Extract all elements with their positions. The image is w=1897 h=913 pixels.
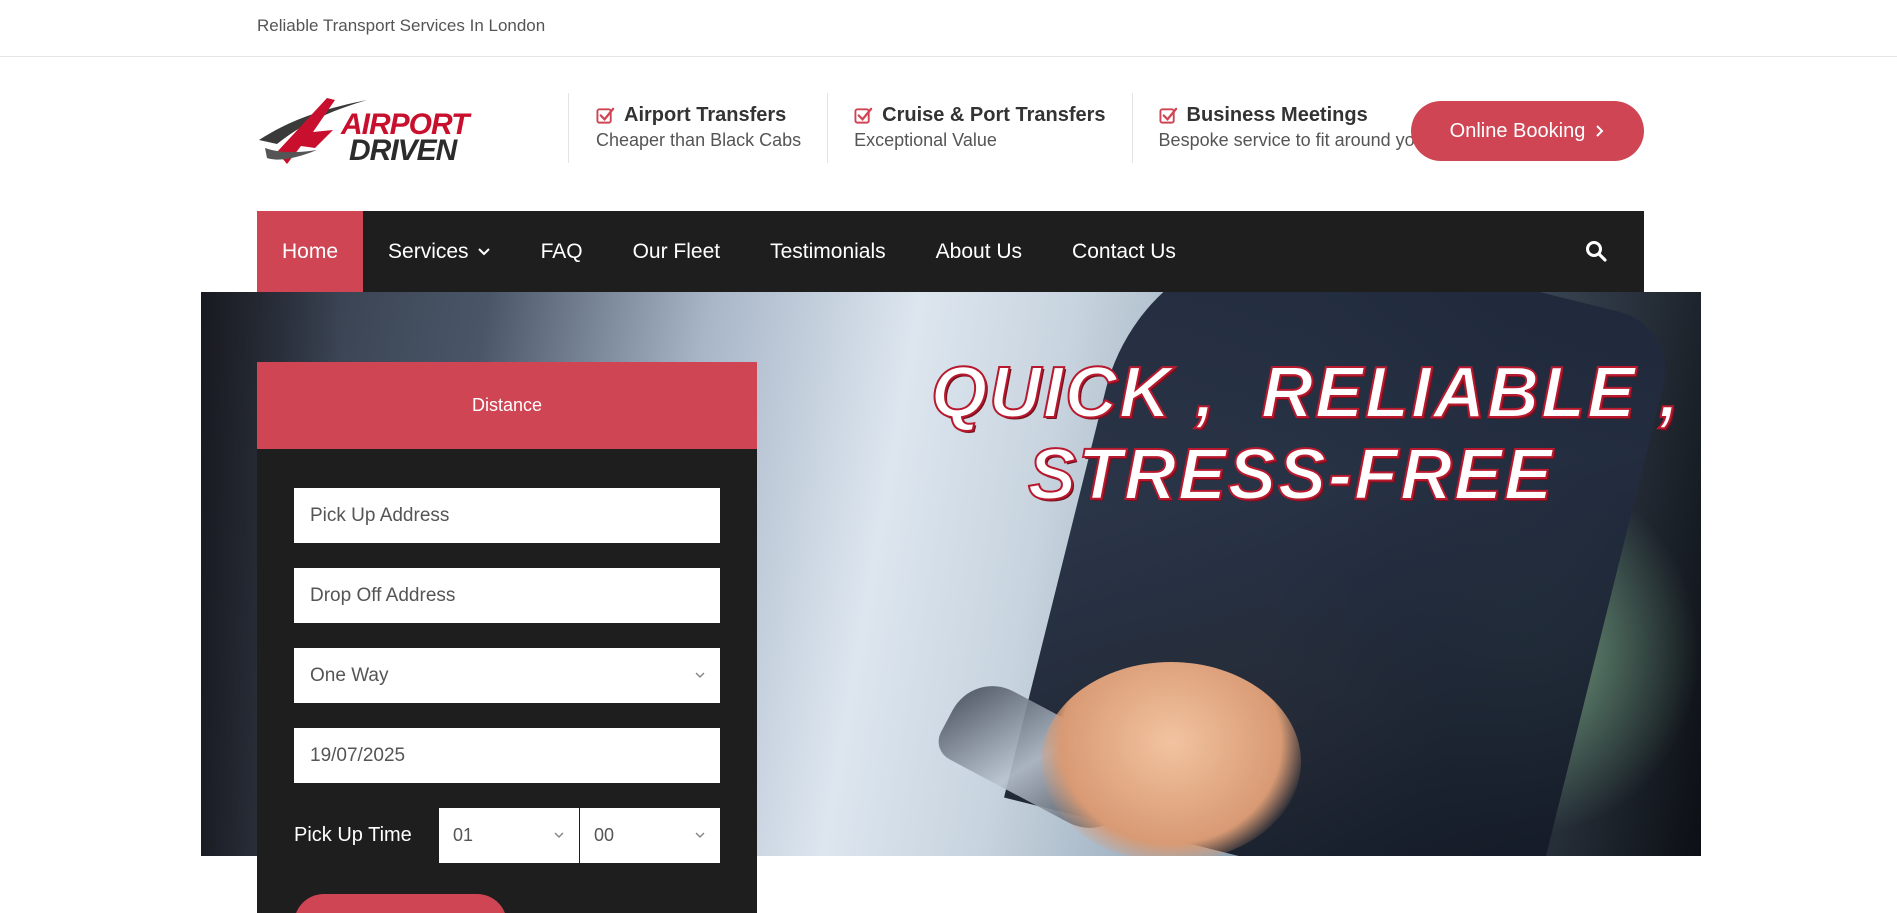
feature-title: Cruise & Port Transfers xyxy=(882,104,1106,126)
nav-item-our-fleet[interactable]: Our Fleet xyxy=(608,211,746,292)
nav-item-label: Our Fleet xyxy=(632,239,721,263)
pickup-date-value: 19/07/2025 xyxy=(310,744,406,766)
pickup-hour-value: 01 xyxy=(453,825,474,845)
dropoff-address-input[interactable]: Drop Off Address xyxy=(294,568,720,623)
feature-subtitle: Exceptional Value xyxy=(854,130,997,150)
trip-type-value: One Way xyxy=(310,664,389,686)
tab-distance-label: Distance xyxy=(471,395,543,415)
nav-item-testimonials[interactable]: Testimonials xyxy=(745,211,911,292)
chevron-down-icon xyxy=(695,672,705,679)
booking-form: Pick Up Address Drop Off Address One Way… xyxy=(257,449,757,913)
checkbox-icon xyxy=(1159,107,1177,124)
chevron-down-icon xyxy=(554,832,564,839)
pickup-address-placeholder: Pick Up Address xyxy=(310,504,450,526)
hero-headline: QUICK , RELIABLE , STRESS-FREE xyxy=(930,352,1682,516)
nav-item-label: Home xyxy=(282,239,339,263)
feature-subtitle: Cheaper than Black Cabs xyxy=(596,130,802,150)
feature-airport-transfers: Airport Transfers Cheaper than Black Cab… xyxy=(568,93,827,163)
logo-text-driven: DRIVEN xyxy=(349,134,457,167)
checkbox-icon xyxy=(854,107,873,124)
pickup-hour-select[interactable]: 01 xyxy=(439,808,579,863)
nav-item-label: FAQ xyxy=(540,239,583,263)
nav-item-label: About Us xyxy=(935,239,1023,263)
search-icon[interactable] xyxy=(1584,239,1608,263)
chevron-down-icon xyxy=(477,247,490,255)
hero-photo-hand xyxy=(1041,662,1301,856)
feature-title: Airport Transfers xyxy=(624,104,787,126)
nav-item-faq[interactable]: FAQ xyxy=(516,211,608,292)
chevron-down-icon xyxy=(695,832,705,839)
top-bar: Reliable Transport Services In London xyxy=(0,0,1897,57)
feature-highlights: Airport Transfers Cheaper than Black Cab… xyxy=(568,93,1451,163)
dropoff-address-placeholder: Drop Off Address xyxy=(310,584,456,606)
site-logo[interactable]: AIRPORT DRIVEN xyxy=(257,92,469,172)
trip-type-select[interactable]: One Way xyxy=(294,648,720,703)
tab-distance[interactable]: Distance xyxy=(257,362,757,467)
nav-item-label: Services xyxy=(388,239,469,263)
nav-item-contact-us[interactable]: Contact Us xyxy=(1047,211,1201,292)
feature-subtitle: Bespoke service to fit around you xyxy=(1158,130,1425,150)
pickup-minute-select[interactable]: 00 xyxy=(580,808,720,863)
nav-item-home[interactable]: Home xyxy=(257,211,364,292)
feature-cruise-port-transfers: Cruise & Port Transfers Exceptional Valu… xyxy=(827,93,1131,163)
pickup-time-label: Pick Up Time xyxy=(294,824,412,846)
tagline: Reliable Transport Services In London xyxy=(257,16,546,35)
submit-button[interactable] xyxy=(294,894,507,913)
online-booking-button[interactable]: Online Booking xyxy=(1411,101,1644,161)
pickup-address-input[interactable]: Pick Up Address xyxy=(294,488,720,543)
pickup-minute-value: 00 xyxy=(594,825,615,845)
hero-headline-line1: QUICK , RELIABLE , xyxy=(930,352,1682,434)
online-booking-label: Online Booking xyxy=(1449,119,1586,142)
feature-business-meetings: Business Meetings Bespoke service to fit… xyxy=(1131,93,1451,163)
feature-title: Business Meetings xyxy=(1186,104,1368,126)
hero-headline-line2: STRESS-FREE xyxy=(1027,434,1555,516)
pickup-date-input[interactable]: 19/07/2025 xyxy=(294,728,720,783)
nav-item-services[interactable]: Services xyxy=(363,211,516,292)
nav-item-about-us[interactable]: About Us xyxy=(911,211,1047,292)
checkbox-icon xyxy=(596,107,615,124)
nav-item-label: Testimonials xyxy=(770,239,886,263)
main-nav: Home Services FAQ Our Fleet Testimonials… xyxy=(257,211,1644,292)
chevron-right-icon xyxy=(1596,125,1604,137)
nav-item-label: Contact Us xyxy=(1072,239,1176,263)
